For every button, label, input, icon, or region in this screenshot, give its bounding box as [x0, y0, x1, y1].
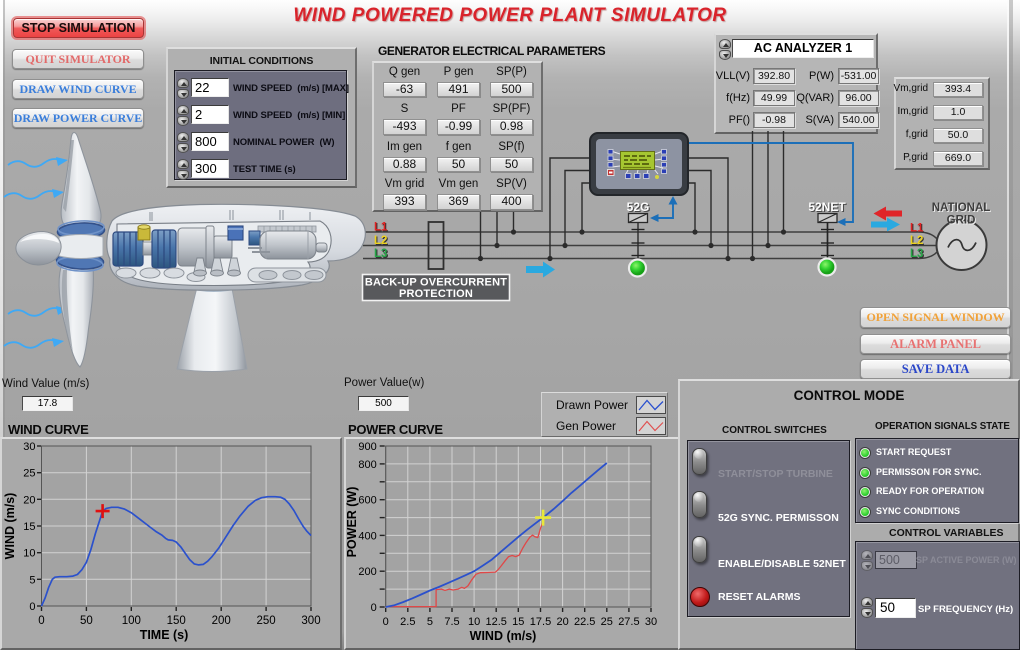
svg-text:L3: L3 [374, 248, 387, 260]
svg-text:L2: L2 [374, 235, 387, 247]
svg-text:GRID: GRID [947, 215, 976, 227]
svg-text:NATIONAL: NATIONAL [932, 202, 991, 214]
svg-text:52NET: 52NET [808, 200, 846, 214]
svg-text:L1: L1 [910, 223, 924, 235]
svg-text:52G: 52G [627, 200, 650, 214]
svg-text:L3: L3 [910, 248, 923, 260]
svg-text:L2: L2 [910, 235, 923, 247]
svg-text:L1: L1 [374, 222, 388, 234]
svg-text:BACK-UP OVERCURRENT: BACK-UP OVERCURRENT [365, 277, 507, 289]
svg-text:PROTECTION: PROTECTION [399, 288, 473, 300]
